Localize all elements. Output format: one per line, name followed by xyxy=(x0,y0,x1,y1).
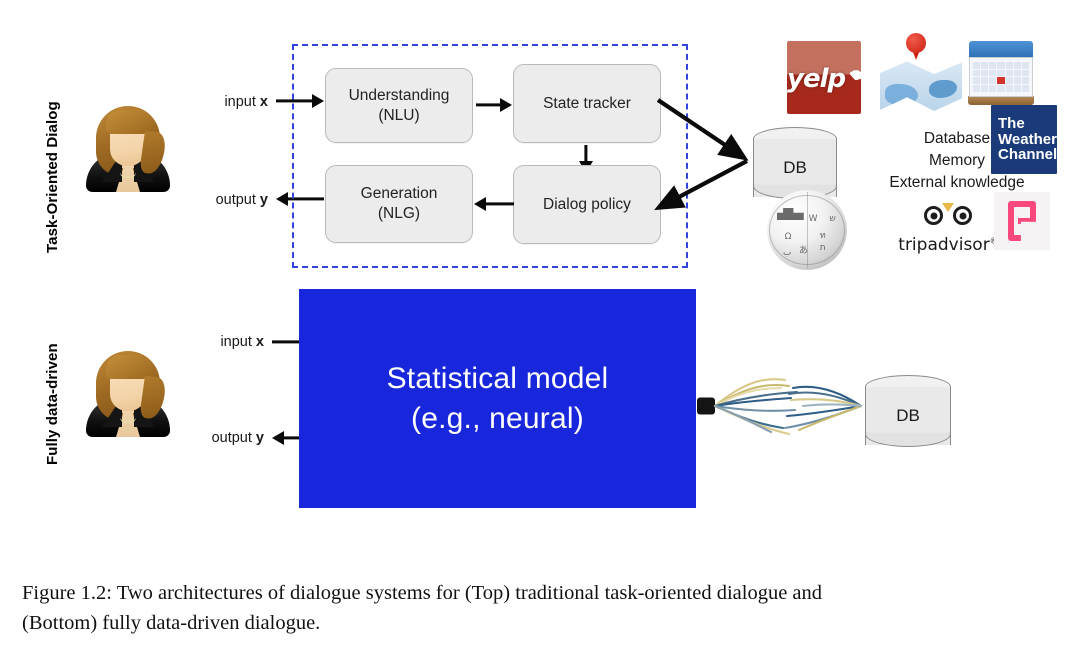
calendar-grid xyxy=(973,61,1029,93)
module-state-tracker-line1: State tracker xyxy=(543,94,631,112)
knowledge-sources-text: Database Memory External knowledge xyxy=(884,128,1030,194)
calendar-icon xyxy=(968,40,1034,106)
yelp-burst-icon xyxy=(847,68,861,88)
user-avatar-bottom xyxy=(80,343,176,439)
statistical-model-box[interactable]: Statistical model (e.g., neural) xyxy=(299,289,696,508)
statistical-model-line2: (e.g., neural) xyxy=(411,401,584,435)
module-dialog-policy[interactable]: Dialog policy xyxy=(513,165,661,244)
figure-root: Task-Oriented Dialog input x output y Un… xyxy=(0,0,1080,662)
figure-caption-line2: (Bottom) fully data-driven dialogue. xyxy=(22,612,321,635)
module-nlg-line2: (NLG) xyxy=(377,205,421,222)
wikipedia-logo: Ω W ท あ ת ب ש xyxy=(767,190,847,270)
map-sheet xyxy=(880,61,962,111)
cable-bundle xyxy=(697,368,869,444)
output-symbol-top: y xyxy=(259,192,268,208)
row-label-fully-data-driven: Fully data-driven xyxy=(44,343,61,465)
statistical-model-line1: Statistical model xyxy=(386,361,609,395)
foursquare-logo xyxy=(994,192,1050,250)
output-label-top: output y xyxy=(190,192,268,208)
yelp-logo-text: yelp xyxy=(787,63,846,94)
calendar-header xyxy=(969,41,1033,59)
input-label-top: input x xyxy=(190,94,268,110)
foursquare-mark-icon xyxy=(1008,201,1036,241)
module-nlu-line2: (NLU) xyxy=(378,106,420,124)
map-land-right xyxy=(929,80,958,99)
map-pin-icon xyxy=(906,33,927,60)
tripadvisor-wordmark: tripadvisor® xyxy=(896,235,1000,255)
output-label-bottom: output y xyxy=(176,430,264,446)
module-generation-nlg[interactable]: Generation (NLG) xyxy=(325,165,473,243)
knowledge-source-database: Database xyxy=(923,130,991,147)
module-nlu-line1: Understanding xyxy=(348,86,450,104)
module-nlg-line1: Generation xyxy=(360,185,438,203)
module-understanding-nlu[interactable]: Understanding (NLU) xyxy=(325,68,473,143)
user-avatar-top xyxy=(80,98,176,194)
input-label-bottom-text: input xyxy=(220,334,256,350)
output-label-bottom-text: output xyxy=(211,430,256,446)
module-dialog-policy-line1: Dialog policy xyxy=(543,195,631,213)
calendar-base xyxy=(968,96,1034,105)
input-symbol-bottom: x xyxy=(255,334,264,350)
input-label-top-text: input xyxy=(224,94,260,110)
tripadvisor-logo: tripadvisor® xyxy=(896,203,1000,255)
wikipedia-glyphs: Ω W ท あ ת ب ש xyxy=(783,214,836,258)
knowledge-source-memory: Memory xyxy=(929,152,985,169)
database-cylinder-bottom: DB xyxy=(865,375,951,457)
input-symbol-top: x xyxy=(259,94,268,110)
tripadvisor-owl-icon xyxy=(922,203,974,229)
output-label-top-text: output xyxy=(215,192,260,208)
db-label-bottom: DB xyxy=(896,406,920,425)
input-label-bottom: input x xyxy=(186,334,264,350)
figure-caption-line1: Figure 1.2: Two architectures of dialogu… xyxy=(22,582,823,604)
output-symbol-bottom: y xyxy=(255,430,264,446)
figure-caption: Figure 1.2: Two architectures of dialogu… xyxy=(22,578,1062,639)
module-state-tracker[interactable]: State tracker xyxy=(513,64,661,143)
row-label-task-oriented: Task-Oriented Dialog xyxy=(44,101,61,253)
tripadvisor-text: tripadvisor xyxy=(898,235,990,255)
yelp-logo: yelp xyxy=(787,41,861,114)
db-label-top: DB xyxy=(783,158,807,177)
map-land-left xyxy=(884,83,918,105)
knowledge-source-external: External knowledge xyxy=(889,174,1025,191)
cable-wires xyxy=(713,378,863,436)
map-location-icon xyxy=(880,33,962,113)
